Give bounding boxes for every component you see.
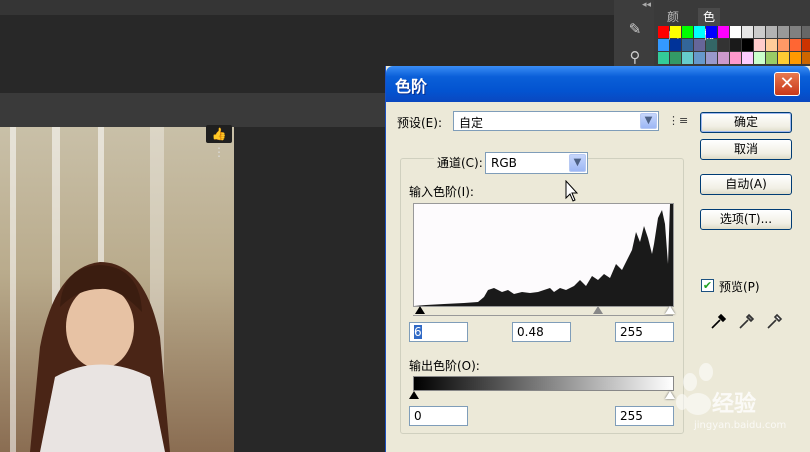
color-swatch[interactable] <box>730 26 741 38</box>
white-eyedropper-icon[interactable] <box>766 312 784 330</box>
color-swatch[interactable] <box>682 26 693 38</box>
color-swatch[interactable] <box>670 52 681 64</box>
color-swatch[interactable] <box>730 52 741 64</box>
cancel-button[interactable]: 取消 <box>700 139 792 160</box>
input-white-field[interactable]: 255 <box>615 322 674 342</box>
output-gradient-bar <box>413 376 674 391</box>
color-swatch[interactable] <box>802 39 810 51</box>
photo-canvas <box>0 127 234 452</box>
color-swatch[interactable] <box>778 39 789 51</box>
dialog-title: 色阶 <box>395 77 428 96</box>
color-swatch[interactable] <box>718 39 729 51</box>
output-white-field[interactable]: 255 <box>615 406 674 426</box>
color-swatch[interactable] <box>694 52 705 64</box>
color-swatch[interactable] <box>670 39 681 51</box>
preset-label: 预设(E): <box>397 116 442 130</box>
auto-button[interactable]: 自动(A) <box>700 174 792 195</box>
color-swatch[interactable] <box>754 52 765 64</box>
color-swatch[interactable] <box>778 52 789 64</box>
color-swatch[interactable] <box>718 52 729 64</box>
top-bar <box>0 0 614 15</box>
color-swatch[interactable] <box>706 26 717 38</box>
color-swatch[interactable] <box>766 26 777 38</box>
color-swatch[interactable] <box>790 26 801 38</box>
color-swatch[interactable] <box>802 26 810 38</box>
color-swatch[interactable] <box>802 52 810 64</box>
color-swatch[interactable] <box>754 26 765 38</box>
watermark-text: 经验 <box>712 392 757 417</box>
channel-label: 通道(C): <box>434 154 486 171</box>
color-swatch[interactable] <box>682 52 693 64</box>
gray-eyedropper-icon[interactable] <box>738 312 756 330</box>
color-swatch[interactable] <box>790 39 801 51</box>
swatch-grid <box>658 26 810 66</box>
color-swatch[interactable] <box>742 39 753 51</box>
document-panel <box>0 93 388 127</box>
output-black-field[interactable]: 0 <box>409 406 468 426</box>
histogram <box>413 203 674 307</box>
input-levels-label: 输入色阶(I): <box>409 185 474 199</box>
tab-swatches[interactable]: 色板 <box>698 8 721 42</box>
brush-preset-icon[interactable]: ✎ <box>624 18 646 40</box>
dialog-titlebar[interactable]: 色阶 ✕ <box>386 66 810 102</box>
options-button[interactable]: 选项(T)... <box>700 209 792 230</box>
color-swatch[interactable] <box>658 26 669 38</box>
color-swatch[interactable] <box>766 52 777 64</box>
channel-select[interactable]: RGB ▼ <box>485 152 588 174</box>
color-swatch[interactable] <box>718 26 729 38</box>
color-swatch[interactable] <box>706 52 717 64</box>
color-swatch[interactable] <box>754 39 765 51</box>
watermark-url: jingyan.baidu.com <box>694 420 787 431</box>
channel-value: RGB <box>491 156 517 170</box>
color-swatch[interactable] <box>742 26 753 38</box>
color-swatch[interactable] <box>766 39 777 51</box>
photo-figure <box>30 262 170 452</box>
mouse-cursor-icon <box>565 180 579 202</box>
output-levels-label: 输出色阶(O): <box>409 359 480 373</box>
color-swatch[interactable] <box>694 26 705 38</box>
output-black-slider[interactable] <box>409 391 419 399</box>
preview-label: 预览(P) <box>719 280 760 294</box>
photo-badge[interactable]: 👍 ⋮ <box>206 125 232 159</box>
chevron-down-icon[interactable]: ▼ <box>640 113 657 129</box>
color-swatch[interactable] <box>682 39 693 51</box>
color-swatch[interactable] <box>670 26 681 38</box>
color-swatch[interactable] <box>778 26 789 38</box>
chevron-down-icon[interactable]: ▼ <box>569 154 586 172</box>
color-swatch[interactable] <box>658 52 669 64</box>
histogram-graph <box>414 204 673 306</box>
brush-settings-icon[interactable]: ⚲ <box>624 46 646 68</box>
color-swatch[interactable] <box>730 39 741 51</box>
color-swatch[interactable] <box>790 52 801 64</box>
tab-color[interactable]: 颜色 <box>662 8 684 42</box>
preview-checkbox[interactable]: ✔ <box>701 279 714 292</box>
color-swatch[interactable] <box>694 39 705 51</box>
input-black-slider[interactable] <box>415 306 425 314</box>
preset-menu-icon[interactable]: ⋮≡ <box>668 114 688 127</box>
black-eyedropper-icon[interactable] <box>710 312 728 330</box>
color-swatch[interactable] <box>742 52 753 64</box>
input-gamma-field[interactable]: 0.48 <box>512 322 571 342</box>
ok-button[interactable]: 确定 <box>700 112 792 133</box>
preset-select[interactable]: 自定 ▼ <box>453 111 659 131</box>
input-white-slider[interactable] <box>665 306 675 314</box>
input-black-field[interactable]: 6 <box>409 322 468 342</box>
input-slider-track <box>413 315 673 316</box>
close-button[interactable]: ✕ <box>774 72 800 96</box>
collapse-arrows-icon[interactable]: ◂◂ <box>642 0 651 10</box>
color-swatch[interactable] <box>658 39 669 51</box>
color-swatch[interactable] <box>706 39 717 51</box>
input-gamma-slider[interactable] <box>593 306 603 314</box>
preset-value: 自定 <box>459 116 484 130</box>
